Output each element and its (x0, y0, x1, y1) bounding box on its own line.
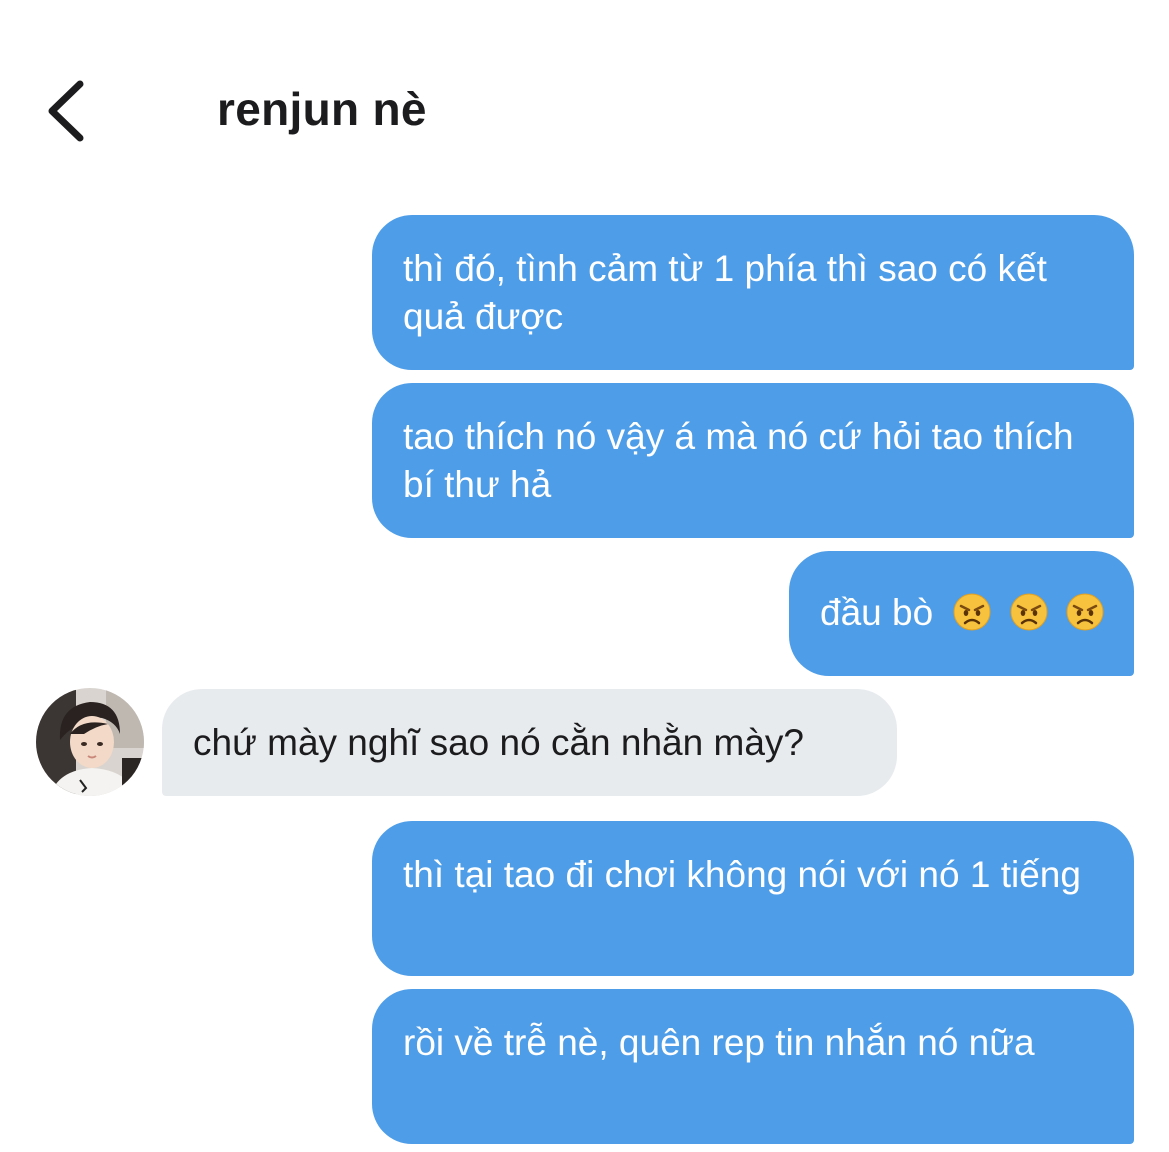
chevron-left-icon (48, 80, 84, 142)
message-bubble-sent[interactable]: rồi về trễ nè, quên rep tin nhắn nó nữa (372, 989, 1134, 1144)
chat-header: renjun nè (0, 0, 1169, 180)
message-bubble-sent[interactable]: thì tại tao đi chơi không nói với nó 1 t… (372, 821, 1134, 976)
message-text: tao thích nó vậy á mà nó cứ hỏi tao thíc… (403, 416, 1074, 505)
contact-avatar[interactable] (36, 688, 144, 796)
message-bubble-sent[interactable]: thì đó, tình cảm từ 1 phía thì sao có kế… (372, 215, 1134, 370)
angry-face-icon (1010, 593, 1048, 643)
message-bubble-sent[interactable]: tao thích nó vậy á mà nó cứ hỏi tao thíc… (372, 383, 1134, 538)
contact-name[interactable]: renjun nè (217, 82, 427, 136)
angry-face-icon (1066, 593, 1104, 643)
angry-face-icon (953, 593, 991, 643)
message-text: chứ mày nghĩ sao nó cằn nhằn mày? (193, 722, 804, 763)
message-bubble-received[interactable]: chứ mày nghĩ sao nó cằn nhằn mày? (162, 689, 897, 796)
message-text: thì đó, tình cảm từ 1 phía thì sao có kế… (403, 248, 1047, 337)
message-text: rồi về trễ nè, quên rep tin nhắn nó nữa (403, 1022, 1035, 1063)
back-button[interactable] (40, 76, 100, 146)
message-text: thì tại tao đi chơi không nói với nó 1 t… (403, 854, 1081, 895)
message-bubble-sent[interactable]: đầu bò (789, 551, 1134, 676)
message-text: đầu bò (820, 592, 934, 633)
